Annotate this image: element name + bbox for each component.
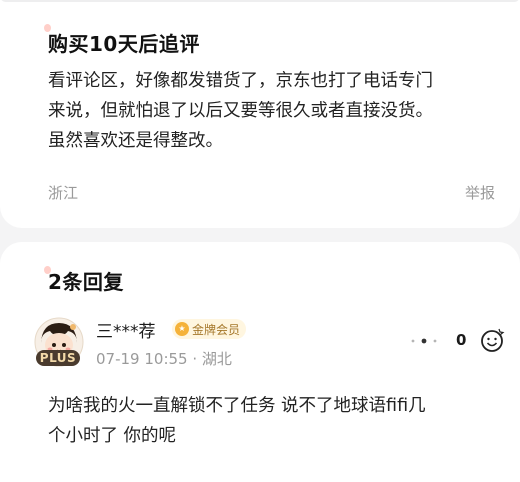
reply-text: 为啥我的火一直解锁不了任务 说不了地球语fifi几 个小时了 你的呢 [48, 391, 426, 451]
followup-title: 购买10天后追评 [48, 32, 200, 56]
member-badge: ★ 金牌会员 [172, 319, 247, 339]
like-count: 0 [456, 331, 467, 349]
replies-title: 2条回复 [48, 270, 124, 294]
followup-line: 虽然喜欢还是得整改。 [48, 131, 223, 151]
gold-medal-icon: ★ [175, 322, 189, 336]
reply-meta: 07-19 10:55 · 湖北 [96, 348, 232, 369]
plus-badge: PLUS [36, 350, 80, 366]
reply-line: 个小时了 你的呢 [48, 426, 177, 446]
followup-line: 来说，但就怕退了以后又要等很久或者直接没货。 [48, 101, 433, 121]
previous-card-edge [0, 0, 520, 2]
followup-review-card: 购买10天后追评 看评论区，好像都发错货了，京东也打了电话专门 来说，但就怕退了… [0, 0, 520, 228]
reply-timestamp: 07-19 10:55 [96, 350, 188, 368]
member-level-label: 金牌会员 [192, 322, 241, 337]
like-face-icon[interactable] [479, 327, 505, 353]
followup-location: 浙江 [48, 184, 79, 202]
more-dots-icon[interactable] [409, 338, 439, 344]
report-button[interactable]: 举报 [465, 182, 495, 203]
reply-location: · 湖北 [192, 350, 232, 368]
followup-text: 看评论区，好像都发错货了，京东也打了电话专门 来说，但就怕退了以后又要等很久或者… [48, 66, 433, 156]
followup-line: 看评论区，好像都发错货了，京东也打了电话专门 [48, 71, 433, 91]
reply-line: 为啥我的火一直解锁不了任务 说不了地球语fifi几 [48, 396, 426, 416]
reply-username[interactable]: 三***荐 [96, 317, 156, 342]
